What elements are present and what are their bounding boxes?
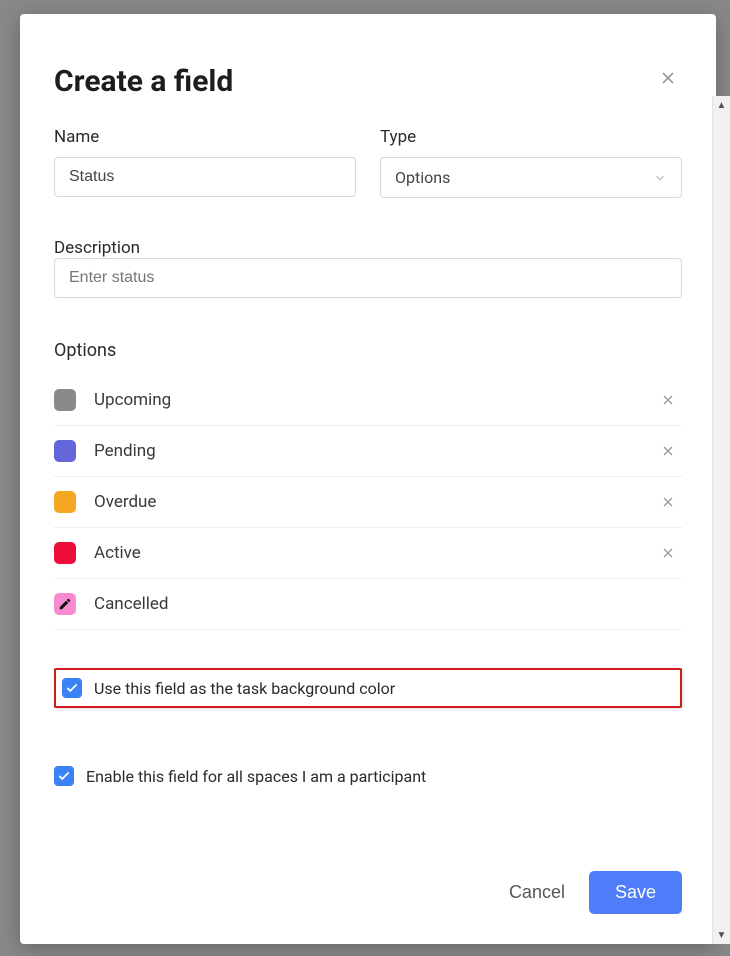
option-label[interactable]: Pending (94, 441, 654, 461)
color-swatch[interactable] (54, 389, 76, 411)
modal-header: Create a field (54, 64, 682, 99)
scroll-up-icon[interactable]: ▲ (713, 96, 730, 114)
type-field-group: Type Options (380, 127, 682, 198)
modal-title: Create a field (54, 64, 233, 99)
type-select[interactable]: Options (380, 157, 682, 198)
remove-option-icon[interactable] (654, 392, 682, 408)
name-field-group: Name (54, 127, 356, 198)
description-section: Description (54, 238, 682, 298)
color-swatch[interactable] (54, 542, 76, 564)
name-type-row: Name Type Options (54, 127, 682, 198)
remove-option-icon[interactable] (654, 545, 682, 561)
options-label: Options (54, 340, 682, 361)
option-row-pending: Pending (54, 426, 682, 477)
option-row-cancelled: Cancelled (54, 579, 682, 630)
color-swatch[interactable] (54, 440, 76, 462)
option-row-overdue: Overdue (54, 477, 682, 528)
option-label[interactable]: Cancelled (94, 594, 682, 614)
description-input[interactable] (54, 258, 682, 298)
option-label[interactable]: Overdue (94, 492, 654, 512)
options-section: Options Upcoming Pending Overdue Active (54, 340, 682, 630)
option-label[interactable]: Upcoming (94, 390, 654, 410)
spaces-checkbox-label: Enable this field for all spaces I am a … (86, 767, 426, 786)
close-icon[interactable] (654, 64, 682, 92)
spaces-checkbox-row: Enable this field for all spaces I am a … (54, 766, 682, 786)
highlighted-checkbox-row: Use this field as the task background co… (54, 668, 682, 708)
option-row-active: Active (54, 528, 682, 579)
bg-color-checkbox-label: Use this field as the task background co… (94, 679, 395, 698)
option-row-upcoming: Upcoming (54, 375, 682, 426)
type-value: Options (395, 168, 450, 187)
description-label: Description (54, 238, 140, 258)
bg-color-checkbox[interactable] (62, 678, 82, 698)
option-label[interactable]: Active (94, 543, 654, 563)
pencil-icon (58, 597, 72, 611)
remove-option-icon[interactable] (654, 494, 682, 510)
chevron-down-icon (653, 171, 667, 185)
color-swatch[interactable] (54, 491, 76, 513)
scroll-down-icon[interactable]: ▼ (713, 926, 730, 944)
create-field-modal: Create a field Name Type Options Descrip… (20, 14, 716, 944)
save-button[interactable]: Save (589, 871, 682, 914)
spaces-checkbox[interactable] (54, 766, 74, 786)
name-input[interactable] (54, 157, 356, 197)
scrollbar[interactable]: ▲ ▼ (712, 96, 730, 944)
cancel-button[interactable]: Cancel (509, 882, 565, 903)
type-label: Type (380, 127, 682, 147)
remove-option-icon[interactable] (654, 443, 682, 459)
modal-footer: Cancel Save (54, 821, 682, 914)
name-label: Name (54, 127, 356, 147)
color-swatch[interactable] (54, 593, 76, 615)
